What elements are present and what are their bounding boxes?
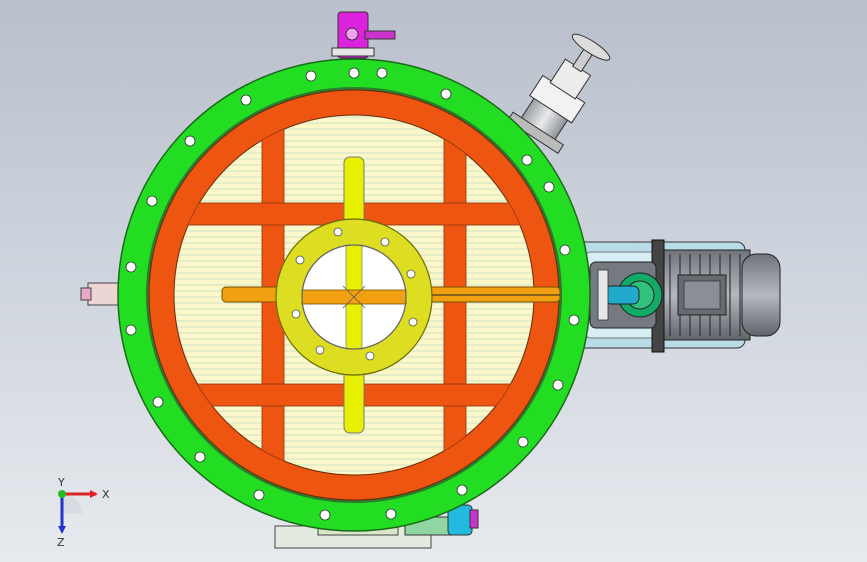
cad-viewport[interactable]: X Y Z	[0, 0, 867, 562]
triad-y-label: Y	[57, 478, 65, 489]
electric-motor[interactable]	[651, 239, 781, 353]
triad-quadrant	[62, 494, 82, 514]
left-side-nozzle[interactable]	[80, 282, 119, 306]
triad-x-label: X	[102, 488, 110, 501]
triad-x-arrow	[90, 490, 98, 498]
triad-z-label: Z	[57, 536, 65, 548]
triad-z-arrow	[58, 526, 66, 534]
valve-assembly-model[interactable]	[0, 0, 867, 562]
triad-axis-icon[interactable]: X Y Z	[40, 478, 120, 548]
triad-y-axis	[58, 490, 66, 498]
top-vent-handle[interactable]	[331, 11, 396, 59]
gearbox-coupling[interactable]	[589, 261, 663, 329]
